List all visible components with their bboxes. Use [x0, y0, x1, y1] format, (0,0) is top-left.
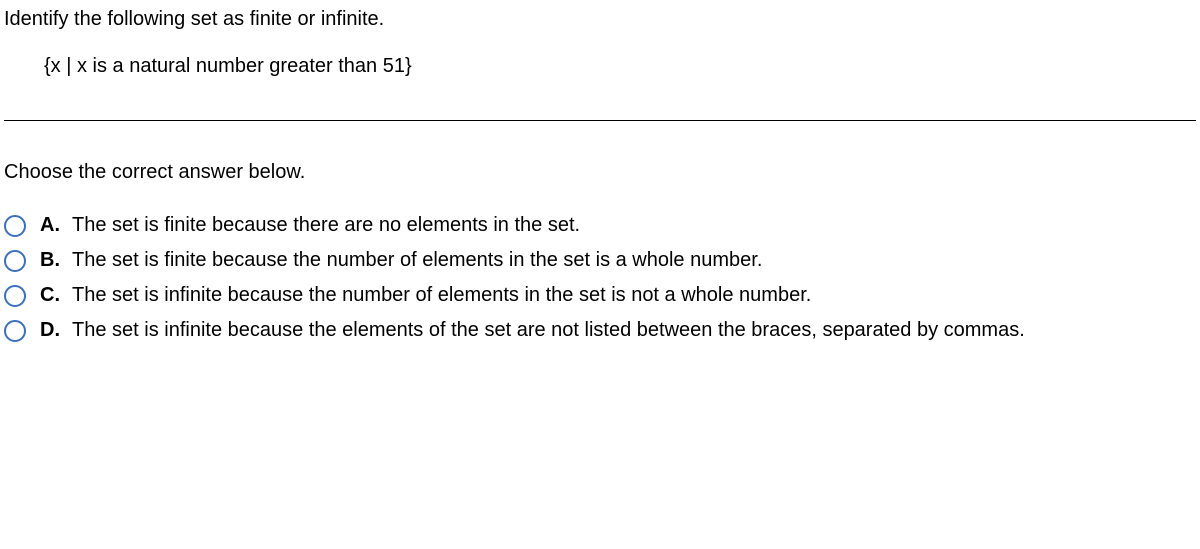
- option-letter: B.: [40, 249, 62, 272]
- option-text: The set is infinite because the elements…: [72, 319, 1025, 342]
- option-letter: A.: [40, 214, 62, 237]
- option-text: The set is finite because the number of …: [72, 249, 762, 272]
- question-prompt: Identify the following set as finite or …: [4, 8, 1196, 31]
- radio-icon[interactable]: [4, 215, 26, 237]
- option-b[interactable]: B. The set is finite because the number …: [4, 249, 1196, 272]
- options-list: A. The set is finite because there are n…: [4, 214, 1196, 342]
- radio-icon[interactable]: [4, 285, 26, 307]
- option-label: B. The set is finite because the number …: [40, 249, 762, 272]
- option-label: C. The set is infinite because the numbe…: [40, 284, 811, 307]
- set-notation: {x | x is a natural number greater than …: [4, 55, 1196, 78]
- radio-icon[interactable]: [4, 320, 26, 342]
- option-c[interactable]: C. The set is infinite because the numbe…: [4, 284, 1196, 307]
- option-label: A. The set is finite because there are n…: [40, 214, 580, 237]
- option-d[interactable]: D. The set is infinite because the eleme…: [4, 319, 1196, 342]
- option-letter: C.: [40, 284, 62, 307]
- option-text: The set is finite because there are no e…: [72, 214, 580, 237]
- radio-icon[interactable]: [4, 250, 26, 272]
- option-label: D. The set is infinite because the eleme…: [40, 319, 1025, 342]
- option-letter: D.: [40, 319, 62, 342]
- instruction-text: Choose the correct answer below.: [4, 161, 1196, 184]
- divider: [4, 120, 1196, 121]
- option-text: The set is infinite because the number o…: [72, 284, 811, 307]
- option-a[interactable]: A. The set is finite because there are n…: [4, 214, 1196, 237]
